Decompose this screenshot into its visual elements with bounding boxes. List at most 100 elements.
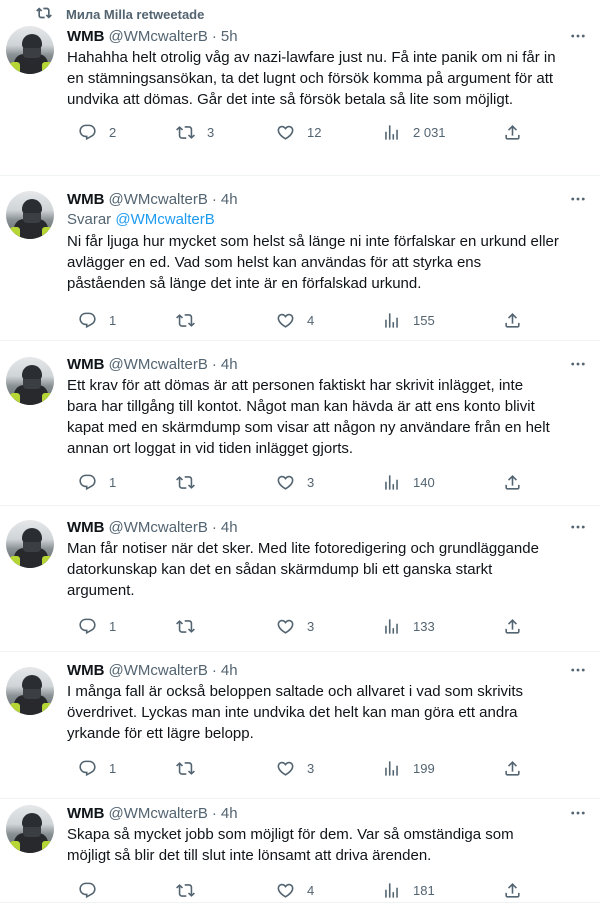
tweet-header: WMB @WMcwalterB · 4h [67, 660, 588, 680]
reply-button[interactable]: 1 [66, 471, 116, 493]
views-button[interactable]: 2 031 [370, 121, 446, 143]
tweet-content: WMB @WMcwalterB · 5h Hahahha helt otrolig vå… [67, 26, 588, 110]
username[interactable]: @WMcwalterB [109, 28, 208, 45]
tweet[interactable]: WMB @WMcwalterB · 4h Svarar @WMcwalterB Ni få… [0, 176, 600, 341]
more-icon[interactable] [568, 189, 588, 209]
avatar[interactable] [6, 805, 54, 853]
like-button[interactable]: 4 [264, 309, 314, 331]
separator-dot: · [211, 355, 217, 373]
more-icon[interactable] [568, 803, 588, 823]
reply-count: 1 [109, 474, 117, 490]
share-button[interactable] [491, 615, 522, 637]
timestamp[interactable]: 4h [221, 805, 238, 822]
avatar[interactable] [6, 520, 54, 568]
tweet-text: Skapa så mycket jobb som möjligt för dem… [67, 824, 588, 866]
username[interactable]: @WMcwalterB [109, 191, 208, 208]
display-name[interactable]: WMB [67, 519, 105, 536]
share-icon [503, 123, 522, 142]
reply-button[interactable]: 1 [66, 309, 116, 331]
heart-icon [276, 881, 295, 900]
more-icon[interactable] [568, 517, 588, 537]
tweet-text-line: datorkunskap kan det en sådan skärmdump … [67, 561, 493, 578]
timestamp[interactable]: 5h [221, 28, 238, 45]
retweet-button[interactable] [164, 757, 207, 779]
tweet-text: I många fall är också beloppen saltade o… [67, 681, 588, 744]
tweet[interactable]: WMB @WMcwalterB · 4h I många fall är också b… [0, 652, 600, 799]
retweet-button[interactable] [164, 471, 207, 493]
views-button[interactable]: 140 [370, 471, 435, 493]
views-count: 140 [413, 474, 435, 490]
replying-to: Svarar @WMcwalterB [67, 210, 588, 230]
like-button[interactable]: 4 [264, 879, 314, 901]
action-bar: 2 3 12 2 031 [66, 121, 520, 143]
more-icon[interactable] [568, 660, 588, 680]
heart-icon [276, 123, 295, 142]
username[interactable]: @WMcwalterB [109, 519, 208, 536]
username[interactable]: @WMcwalterB [109, 662, 208, 679]
retweet-button[interactable] [164, 615, 207, 637]
share-icon [503, 473, 522, 492]
retweet-button[interactable] [164, 879, 207, 901]
tweet[interactable]: Мила Milla retweetade WMB @WMcwalterB · 5h Ha… [0, 0, 600, 176]
tweet-text-line: I många fall är också beloppen saltade o… [67, 683, 524, 700]
like-button[interactable]: 3 [264, 757, 314, 779]
views-icon [382, 759, 401, 778]
timestamp[interactable]: 4h [221, 191, 238, 208]
reply-count: 1 [109, 312, 117, 328]
share-button[interactable] [491, 121, 522, 143]
reply-button[interactable]: 1 [66, 615, 116, 637]
tweet-text-line: kapat med en skärmdump som visar att någ… [67, 419, 550, 436]
views-count: 133 [413, 618, 435, 634]
tweet-text-line: undvika att dömas. Går det inte så försö… [67, 91, 514, 108]
display-name[interactable]: WMB [67, 356, 105, 373]
tweet-text-line: Ni får ljuga hur mycket som helst så län… [67, 233, 559, 250]
timestamp[interactable]: 4h [221, 519, 238, 536]
reply-button[interactable] [66, 879, 109, 901]
views-count: 2 031 [413, 124, 446, 140]
timestamp[interactable]: 4h [221, 662, 238, 679]
replying-to-handle[interactable]: @WMcwalterB [115, 211, 214, 228]
avatar[interactable] [6, 667, 54, 715]
tweet-text-line: yrkande för ett lägre belopp. [67, 725, 254, 742]
display-name[interactable]: WMB [67, 805, 105, 822]
share-button[interactable] [491, 879, 522, 901]
display-name[interactable]: WMB [67, 191, 105, 208]
tweet-content: WMB @WMcwalterB · 4h Man får notiser när det… [67, 517, 588, 601]
tweet[interactable]: WMB @WMcwalterB · 4h Skapa så mycket jobb so… [0, 799, 600, 903]
display-name[interactable]: WMB [67, 662, 105, 679]
like-button[interactable]: 12 [264, 121, 321, 143]
views-button[interactable]: 155 [370, 309, 435, 331]
avatar[interactable] [6, 357, 54, 405]
avatar[interactable] [6, 26, 54, 74]
views-button[interactable]: 181 [370, 879, 435, 901]
tweet[interactable]: WMB @WMcwalterB · 4h Man får notiser när det… [0, 506, 600, 652]
reply-icon [78, 617, 97, 636]
reply-icon [78, 123, 97, 142]
heart-icon [276, 473, 295, 492]
timestamp[interactable]: 4h [221, 356, 238, 373]
username[interactable]: @WMcwalterB [109, 356, 208, 373]
retweet-context[interactable]: Мила Milla retweetade [36, 5, 204, 23]
reply-button[interactable]: 2 [66, 121, 116, 143]
retweet-icon [176, 759, 195, 778]
views-button[interactable]: 133 [370, 615, 435, 637]
retweet-button[interactable]: 3 [164, 121, 214, 143]
like-button[interactable]: 3 [264, 471, 314, 493]
tweet[interactable]: WMB @WMcwalterB · 4h Ett krav för att dömas … [0, 341, 600, 506]
like-button[interactable]: 3 [264, 615, 314, 637]
more-icon[interactable] [568, 26, 588, 46]
username[interactable]: @WMcwalterB [109, 805, 208, 822]
display-name[interactable]: WMB [67, 28, 105, 45]
share-icon [503, 311, 522, 330]
share-button[interactable] [491, 309, 522, 331]
reply-button[interactable]: 1 [66, 757, 116, 779]
tweet-content: WMB @WMcwalterB · 4h Skapa så mycket jobb so… [67, 803, 588, 866]
tweet-text-line: annan ort loggat in vid tiden inlägget g… [67, 440, 354, 457]
more-icon[interactable] [568, 354, 588, 374]
avatar[interactable] [6, 191, 54, 239]
views-button[interactable]: 199 [370, 757, 435, 779]
share-button[interactable] [491, 471, 522, 493]
like-count: 3 [307, 618, 315, 634]
retweet-button[interactable] [164, 309, 207, 331]
share-button[interactable] [491, 757, 522, 779]
